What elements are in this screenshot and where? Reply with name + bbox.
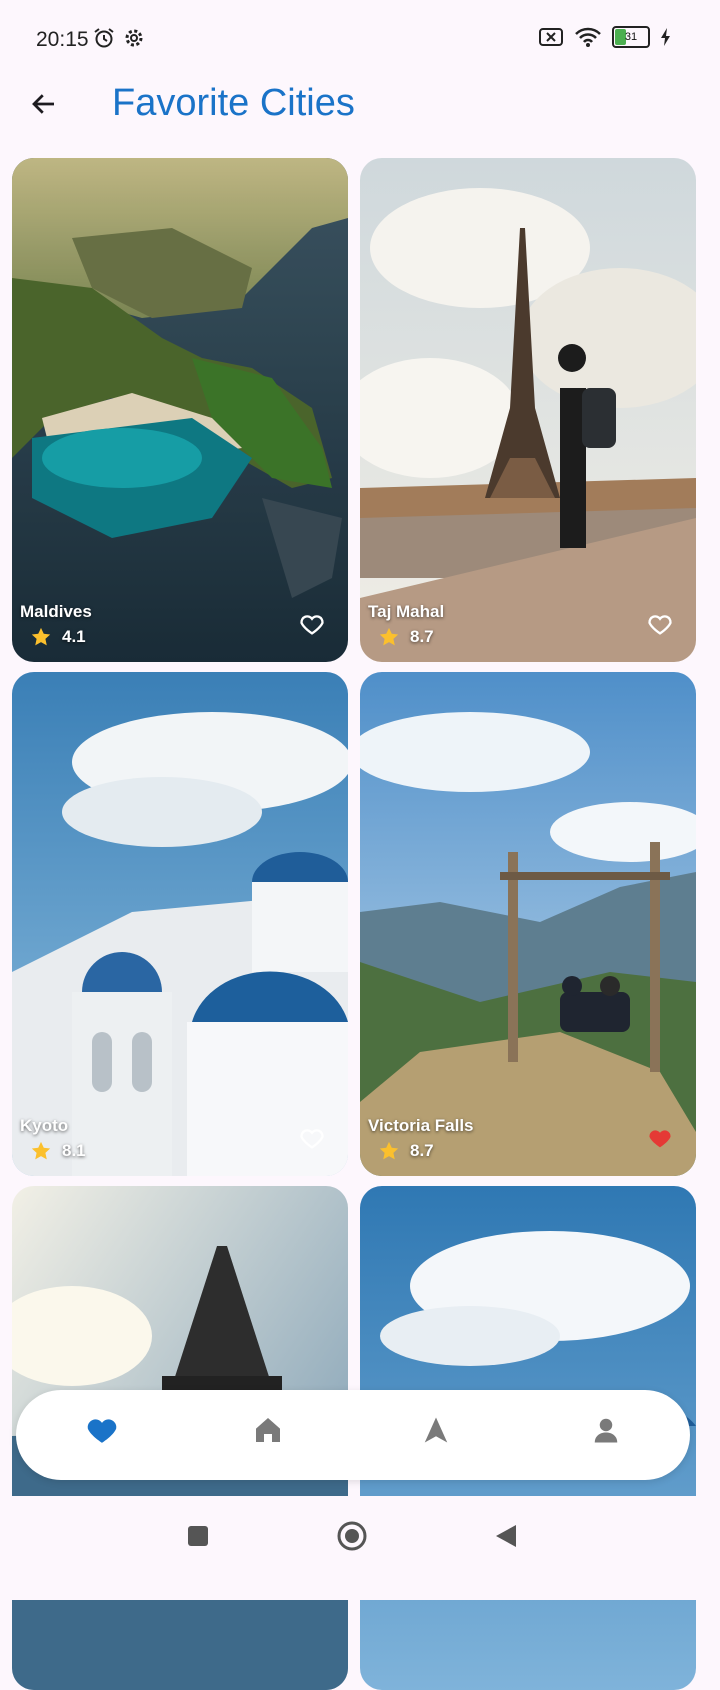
battery-icon: 31 [612, 26, 650, 48]
status-icons-right: 31 [538, 26, 672, 48]
profile-icon [594, 1418, 618, 1443]
nav-navigate[interactable] [414, 1408, 458, 1452]
city-name: Taj Mahal [368, 602, 445, 621]
city-card-1[interactable]: Taj Mahal 8.7 [360, 158, 696, 662]
battery-level: 31 [624, 31, 638, 43]
status-icons-left [92, 26, 146, 50]
favorite-outline-icon[interactable] [298, 610, 326, 638]
recents-icon [188, 1526, 208, 1546]
home-system-button[interactable] [332, 1516, 372, 1556]
city-card-2[interactable]: Kyoto 8.1 [12, 672, 348, 1176]
system-nav [0, 1496, 720, 1600]
city-name: Victoria Falls [368, 1116, 474, 1135]
city-image [12, 672, 348, 1176]
favorite-outline-icon[interactable] [298, 1124, 326, 1152]
rating-value: 8.7 [410, 1141, 434, 1160]
back-triangle-icon [496, 1525, 516, 1547]
charging-icon [661, 28, 670, 46]
city-image [12, 158, 348, 662]
star-icon [379, 627, 399, 646]
app-bar: Favorite Cities [0, 70, 720, 140]
rating-value: 8.7 [410, 627, 434, 646]
city-rating: 4.1 [30, 626, 86, 648]
home-icon [256, 1418, 280, 1442]
city-name: Maldives [20, 602, 92, 621]
bottom-nav [16, 1390, 690, 1480]
city-image [360, 672, 696, 1176]
nav-profile[interactable] [584, 1408, 628, 1452]
rating-value: 4.1 [62, 627, 86, 646]
navigate-icon [424, 1417, 448, 1443]
no-sim-icon [539, 28, 563, 46]
star-icon [379, 1141, 399, 1160]
back-button[interactable] [22, 82, 66, 126]
arrow-back-icon [32, 94, 54, 114]
star-icon [31, 1141, 51, 1160]
status-bar: 20:15 31 [0, 0, 720, 80]
city-name: Kyoto [20, 1116, 69, 1135]
star-icon [31, 627, 51, 646]
city-card-3[interactable]: Victoria Falls 8.7 [360, 672, 696, 1176]
page-title: Favorite Cities [112, 82, 355, 124]
city-rating: 8.1 [30, 1140, 86, 1162]
favorite-outline-icon[interactable] [646, 610, 674, 638]
alarm-icon [94, 28, 114, 48]
recents-button[interactable] [178, 1516, 218, 1556]
favorites-icon [87, 1419, 117, 1443]
status-time: 20:15 [36, 28, 89, 51]
home-circle-icon [337, 1521, 367, 1551]
favorite-filled-icon[interactable] [646, 1124, 674, 1152]
back-system-button[interactable] [486, 1516, 526, 1556]
city-image [360, 158, 696, 662]
nav-favorites[interactable] [80, 1408, 124, 1452]
city-card-0[interactable]: Maldives 4.1 [12, 158, 348, 662]
city-rating: 8.7 [378, 1140, 434, 1162]
city-rating: 8.7 [378, 626, 434, 648]
settings-icon [125, 29, 143, 47]
nav-home[interactable] [246, 1408, 290, 1452]
wifi-icon [575, 27, 601, 47]
rating-value: 8.1 [62, 1141, 86, 1160]
